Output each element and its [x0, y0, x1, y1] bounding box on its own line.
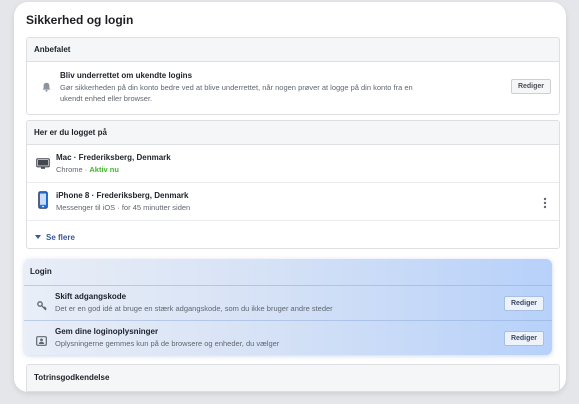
change-password-desc: Det er en god idé at bruge en stærk adga… — [55, 304, 333, 313]
more-options-icon[interactable] — [543, 196, 547, 214]
unknown-logins-desc-line2: ukendt enhed eller browser. — [60, 94, 153, 103]
caret-down-icon — [35, 235, 41, 239]
unknown-logins-edit-button[interactable]: Rediger — [510, 79, 551, 94]
save-login-edit-button[interactable]: Rediger — [503, 331, 544, 346]
active-now-status: Aktiv nu — [89, 165, 119, 174]
key-icon — [37, 298, 47, 316]
see-more-label: Se flere — [46, 233, 75, 242]
login-card: Login Skift adgangskode Det er en god id… — [24, 259, 552, 355]
session-device-mac: Mac · Frederiksberg, Denmark — [56, 153, 171, 162]
session-device-iphone: iPhone 8 · Frederiksberg, Denmark — [56, 191, 189, 200]
two-factor-card: Totrinsgodkendelse — [26, 364, 560, 392]
save-login-desc: Oplysningerne gemmes kun på de browsere … — [55, 339, 280, 348]
unknown-logins-title: Bliv underrettet om ukendte logins — [60, 71, 193, 80]
change-password-row[interactable]: Skift adgangskode Det er en god idé at b… — [24, 286, 552, 321]
id-card-icon — [36, 333, 47, 351]
monitor-icon — [36, 157, 50, 175]
logged-in-header: Her er du logget på — [27, 121, 559, 145]
login-header: Login — [24, 259, 552, 286]
see-more-link[interactable]: Se flere — [35, 233, 75, 242]
two-factor-header: Totrinsgodkendelse — [27, 365, 559, 392]
save-login-row[interactable]: Gem dine loginoplysninger Oplysningerne … — [24, 321, 552, 355]
recommended-card: Anbefalet Bliv underrettet om ukendte lo… — [26, 37, 560, 115]
session-meta-mac: Chrome · Aktiv nu — [56, 164, 119, 175]
security-login-panel: Sikkerhed og login Anbefalet Bliv underr… — [14, 2, 566, 392]
session-row-mac[interactable]: Mac · Frederiksberg, Denmark Chrome · Ak… — [27, 145, 559, 183]
change-password-edit-button[interactable]: Rediger — [503, 296, 544, 311]
unknown-logins-desc-line1: Gør sikkerheden på din konto bedre ved a… — [60, 83, 413, 92]
logged-in-card: Her er du logget på Mac · Frederiksberg,… — [26, 120, 560, 249]
recommended-header: Anbefalet — [27, 38, 559, 62]
page-title: Sikkerhed og login — [26, 13, 134, 27]
phone-icon — [38, 191, 48, 214]
bell-icon — [42, 79, 51, 97]
session-meta-iphone: Messenger til iOS · for 45 minutter side… — [56, 203, 191, 212]
change-password-title: Skift adgangskode — [55, 292, 127, 301]
save-login-title: Gem dine loginoplysninger — [55, 327, 159, 336]
session-browser: Chrome — [56, 165, 83, 174]
unknown-logins-row: Bliv underrettet om ukendte logins Gør s… — [27, 62, 559, 114]
session-row-iphone[interactable]: iPhone 8 · Frederiksberg, Denmark Messen… — [27, 183, 559, 221]
